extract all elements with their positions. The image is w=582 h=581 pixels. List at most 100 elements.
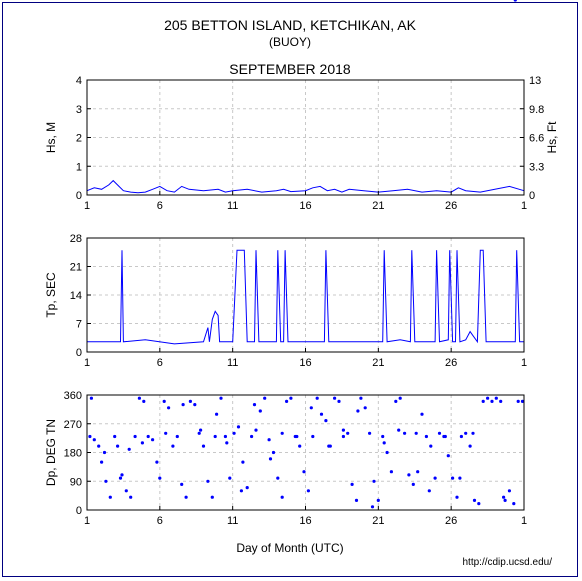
- data-point: [120, 473, 124, 477]
- y-tick-label: 2: [76, 133, 82, 145]
- data-point: [225, 441, 229, 445]
- data-point: [137, 396, 141, 400]
- data-point: [381, 434, 385, 439]
- data-point: [376, 498, 380, 502]
- data-point: [451, 476, 455, 480]
- data-point: [507, 489, 511, 493]
- y-right-tick-label: 0: [529, 190, 535, 202]
- data-point: [116, 444, 120, 448]
- data-point: [477, 502, 481, 506]
- x-tick-label: 16: [299, 515, 311, 527]
- y-tick-label: 180: [64, 448, 82, 460]
- data-point: [241, 460, 245, 464]
- data-point: [162, 399, 166, 403]
- y-right-tick-label: 3.3: [529, 161, 544, 173]
- data-point: [206, 479, 210, 483]
- y-right-tick-label: 13: [529, 75, 541, 87]
- x-tick-label: 16: [299, 200, 311, 212]
- y-tick-label: 1: [76, 161, 82, 173]
- data-point: [193, 403, 197, 407]
- data-point: [104, 479, 108, 483]
- data-point: [124, 489, 128, 493]
- data-point: [268, 457, 273, 461]
- data-point: [468, 444, 472, 448]
- data-point: [446, 454, 450, 458]
- data-point: [337, 399, 341, 403]
- x-tick-label: 26: [445, 515, 457, 527]
- y-tick-label: 4: [76, 75, 82, 87]
- data-point: [516, 399, 520, 403]
- data-point: [271, 450, 276, 455]
- data-point: [92, 438, 96, 442]
- data-point: [324, 419, 328, 423]
- data-point: [363, 406, 367, 410]
- data-point: [306, 489, 310, 493]
- x-tick-label: 21: [372, 357, 384, 369]
- data-point: [427, 489, 431, 493]
- x-tick-label: 11: [227, 515, 238, 527]
- x-tick-label: 6: [157, 515, 163, 527]
- data-point: [341, 428, 345, 432]
- data-point: [250, 434, 254, 439]
- station-subtitle: (BUOY): [269, 35, 311, 49]
- month-title: SEPTEMBER 2018: [229, 61, 351, 77]
- data-point: [394, 399, 398, 403]
- data-point: [472, 498, 477, 502]
- data-point: [188, 399, 192, 403]
- x-tick-label: 1: [84, 515, 90, 527]
- data-point: [398, 396, 402, 400]
- data-point: [180, 482, 184, 486]
- data-point: [385, 450, 389, 455]
- data-point: [458, 476, 462, 480]
- y-tick-label: 90: [70, 476, 82, 488]
- data-point: [276, 476, 280, 480]
- y-tick-label: 3: [76, 104, 82, 116]
- data-point: [164, 431, 168, 435]
- data-point: [252, 403, 257, 407]
- x-tick-label: 11: [227, 357, 238, 369]
- data-point: [502, 495, 506, 499]
- x-tick-label: 26: [445, 200, 457, 212]
- data-point: [356, 409, 360, 413]
- data-point: [155, 460, 159, 464]
- y-axis-label: Hs, M: [44, 122, 58, 153]
- data-point: [389, 470, 393, 474]
- x-tick-label: 1: [521, 200, 527, 212]
- data-point: [464, 431, 468, 435]
- data-point: [97, 444, 101, 448]
- data-point: [113, 434, 117, 439]
- data-point: [280, 495, 284, 499]
- data-point: [486, 396, 490, 400]
- data-point: [219, 396, 223, 400]
- data-point: [315, 396, 319, 400]
- x-tick-label: 11: [227, 200, 238, 212]
- data-point: [359, 396, 363, 400]
- data-point: [433, 476, 437, 480]
- data-point: [181, 403, 185, 407]
- data-point: [429, 444, 433, 448]
- data-point: [140, 441, 144, 445]
- data-point: [302, 470, 306, 474]
- data-point: [280, 431, 284, 435]
- data-point: [142, 399, 146, 403]
- x-tick-label: 16: [299, 357, 311, 369]
- y-right-tick-label: 9.8: [529, 104, 544, 116]
- data-point: [437, 431, 442, 435]
- data-point: [503, 498, 507, 502]
- data-point: [167, 406, 171, 410]
- x-tick-label: 1: [521, 357, 527, 369]
- data-point: [346, 431, 350, 435]
- data-point: [341, 434, 345, 439]
- data-point: [184, 495, 188, 499]
- x-tick-label: 1: [84, 200, 90, 212]
- data-point: [215, 412, 219, 416]
- data-point: [228, 476, 232, 480]
- data-point: [254, 428, 258, 432]
- data-point: [151, 438, 155, 442]
- y-right-axis-label: Hs, Ft: [545, 121, 559, 154]
- data-point: [285, 399, 289, 403]
- data-point: [333, 396, 337, 400]
- data-point: [512, 502, 516, 506]
- data-point: [118, 476, 123, 480]
- tp-panel: 1 6 11 16 21 26 107142128Tp, SEC: [44, 233, 527, 369]
